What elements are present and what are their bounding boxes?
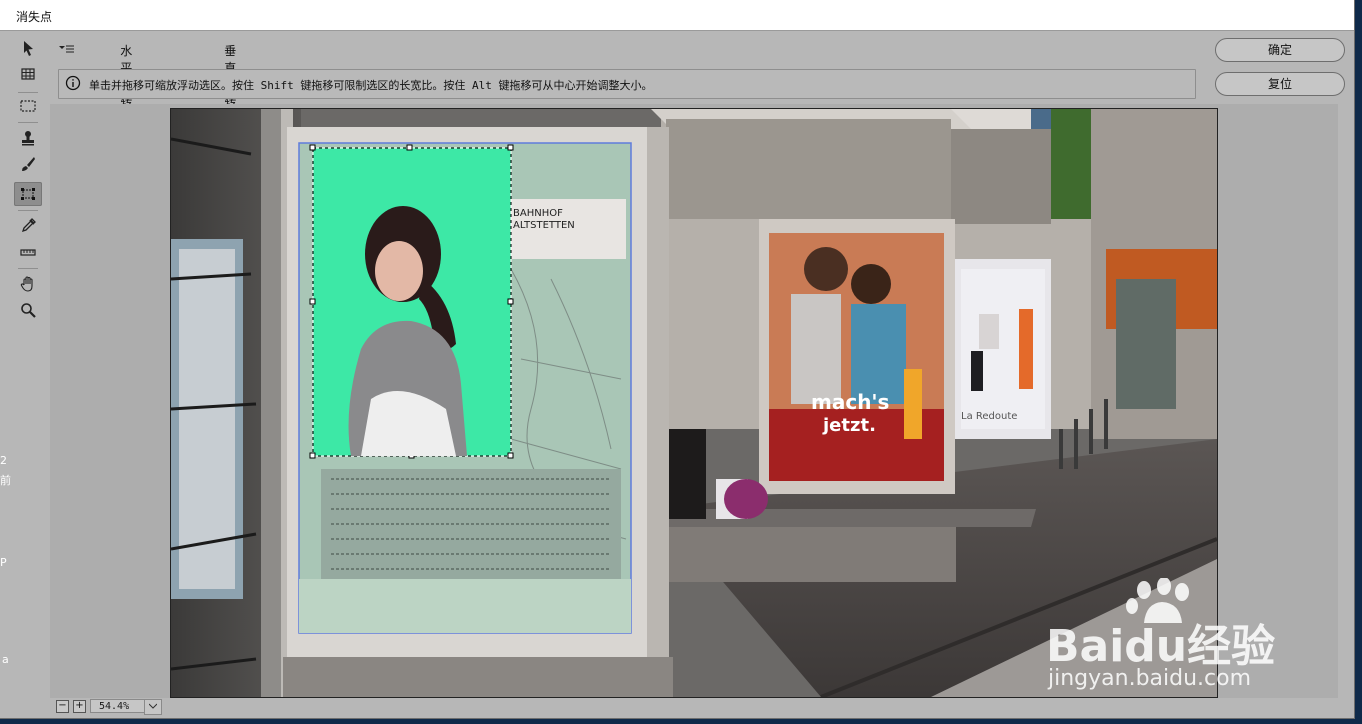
- arrow-icon: [24, 41, 33, 56]
- grid-plane-icon: [21, 68, 35, 80]
- brush-tool[interactable]: [14, 152, 42, 176]
- info-text: 单击并拖移可缩放浮动选区。按住 Shift 键拖移可限制选区的长宽比。按住 Al…: [89, 79, 653, 92]
- reset-button[interactable]: 复位: [1215, 72, 1345, 96]
- marquee-tool[interactable]: [14, 94, 42, 118]
- zoom-dropdown[interactable]: [144, 699, 162, 715]
- ad-text-2: jetzt.: [822, 415, 876, 436]
- info-icon: [65, 75, 81, 91]
- tool-separator: [18, 122, 38, 123]
- window-title: 消失点: [16, 10, 53, 24]
- stamp-tool[interactable]: [14, 126, 42, 150]
- poster-title-1: BAHNHOF: [513, 208, 563, 219]
- edge-char: 2: [0, 454, 7, 467]
- menu-icon: [59, 45, 74, 53]
- hand-icon: [20, 276, 33, 292]
- ok-button[interactable]: 确定: [1215, 38, 1345, 62]
- info-bar: 单击并拖移可缩放浮动选区。按住 Shift 键拖移可限制选区的长宽比。按住 Al…: [58, 69, 1196, 99]
- zoom-tool[interactable]: [14, 298, 42, 322]
- tool-column: [12, 34, 44, 334]
- tool-separator: [18, 92, 38, 93]
- transform-tool[interactable]: [14, 182, 42, 206]
- ruler-icon: [20, 249, 36, 256]
- ad-text-1: mach's: [811, 390, 889, 414]
- measure-tool[interactable]: [14, 240, 42, 264]
- edge-char: P: [0, 556, 7, 569]
- edge-char: a: [2, 653, 9, 666]
- hand-tool[interactable]: [14, 272, 42, 296]
- edit-plane-tool[interactable]: [14, 36, 42, 60]
- magnifier-icon: [21, 303, 36, 318]
- brush-icon: [22, 157, 35, 171]
- poster-title-2: ALTSTETTEN: [513, 220, 575, 231]
- edge-char: 前: [0, 474, 11, 487]
- tool-separator: [18, 210, 38, 211]
- tool-options-menu[interactable]: [58, 42, 76, 58]
- baidu-watermark: Baidu经验 jingyan.baidu.com: [1046, 578, 1346, 698]
- watermark-main: Baidu经验: [1046, 621, 1276, 672]
- ad-brand: La Redoute: [961, 411, 1017, 422]
- eyedropper-tool[interactable]: [14, 214, 42, 238]
- title-bar: 消失点: [0, 0, 1354, 31]
- tool-separator: [18, 268, 38, 269]
- chevron-down-icon: [148, 703, 158, 709]
- eyedropper-icon: [21, 217, 37, 233]
- stamp-icon: [22, 131, 34, 146]
- zoom-out-button[interactable]: −: [56, 700, 69, 713]
- zoom-in-button[interactable]: +: [73, 700, 86, 713]
- create-plane-tool[interactable]: [14, 62, 42, 86]
- transform-icon: [21, 188, 35, 200]
- marquee-icon: [20, 100, 36, 112]
- watermark-sub: jingyan.baidu.com: [1048, 666, 1252, 691]
